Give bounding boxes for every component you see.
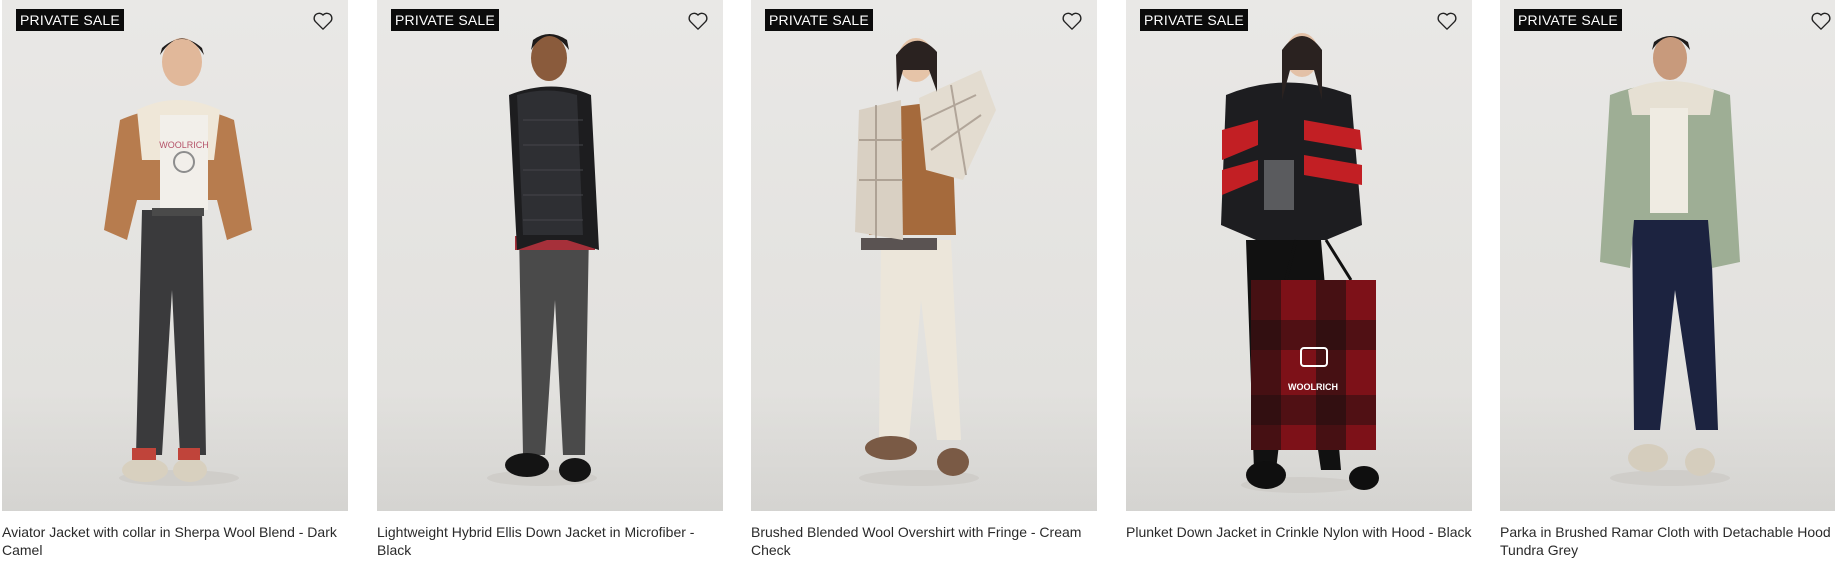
product-title[interactable]: Plunket Down Jacket in Crinkle Nylon wit… — [1126, 523, 1472, 541]
product-card[interactable]: WOOLRICH PRIVATE SALE Aviator Jacket wit… — [2, 0, 348, 559]
model-photo: WOOLRICH — [104, 38, 252, 486]
svg-text:WOOLRICH: WOOLRICH — [159, 140, 209, 150]
private-sale-badge: PRIVATE SALE — [16, 9, 124, 31]
product-title[interactable]: Lightweight Hybrid Ellis Down Jacket in … — [377, 523, 723, 559]
product-image[interactable]: WOOLRICH PRIVATE SALE — [1126, 0, 1472, 511]
private-sale-badge: PRIVATE SALE — [1514, 9, 1622, 31]
product-title[interactable]: Parka in Brushed Ramar Cloth with Detach… — [1500, 523, 1835, 559]
model-photo: WOOLRICH — [1221, 33, 1379, 493]
bag-logo-text: WOOLRICH — [1288, 382, 1338, 392]
product-card[interactable]: WOOLRICH PRIVATE SALE Plunket Down Jacke… — [1126, 0, 1472, 541]
product-grid: WOOLRICH PRIVATE SALE Aviator Jacket wit… — [0, 0, 1835, 564]
private-sale-badge: PRIVATE SALE — [391, 9, 499, 31]
product-image[interactable]: PRIVATE SALE — [1500, 0, 1835, 511]
product-card[interactable]: PRIVATE SALE Lightweight Hybrid Ellis Do… — [377, 0, 723, 559]
heart-outline-icon[interactable] — [1808, 8, 1834, 34]
product-card[interactable]: PRIVATE SALE Brushed Blended Wool Oversh… — [751, 0, 1097, 559]
product-image[interactable]: PRIVATE SALE — [751, 0, 1097, 511]
heart-outline-icon[interactable] — [685, 8, 711, 34]
heart-outline-icon[interactable] — [1434, 8, 1460, 34]
model-photo — [487, 34, 599, 486]
product-image[interactable]: WOOLRICH PRIVATE SALE — [2, 0, 348, 511]
private-sale-badge: PRIVATE SALE — [765, 9, 873, 31]
product-title[interactable]: Brushed Blended Wool Overshirt with Frin… — [751, 523, 1097, 559]
product-title[interactable]: Aviator Jacket with collar in Sherpa Woo… — [2, 523, 348, 559]
model-photo — [1600, 36, 1740, 486]
product-card[interactable]: PRIVATE SALE Parka in Brushed Ramar Clot… — [1500, 0, 1835, 559]
heart-outline-icon[interactable] — [310, 8, 336, 34]
heart-outline-icon[interactable] — [1059, 8, 1085, 34]
product-image[interactable]: PRIVATE SALE — [377, 0, 723, 511]
model-photo — [855, 38, 996, 486]
private-sale-badge: PRIVATE SALE — [1140, 9, 1248, 31]
